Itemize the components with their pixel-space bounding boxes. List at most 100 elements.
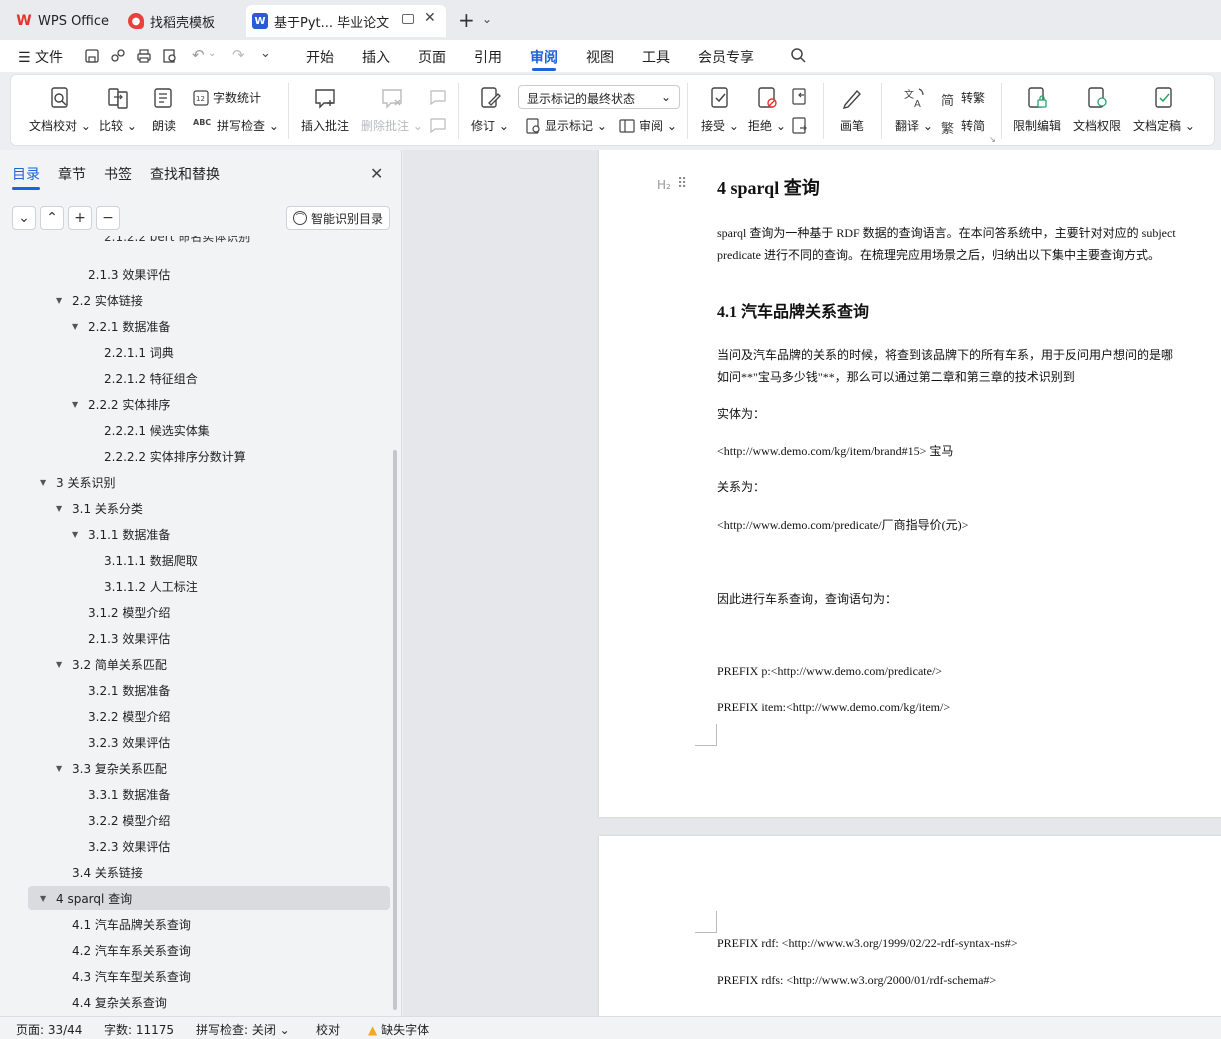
previous-comment-icon[interactable] xyxy=(429,89,447,105)
restrict-edit-button[interactable]: 限制编辑 xyxy=(1013,85,1061,134)
toc-item[interactable]: 2.2.1.2 特征组合 xyxy=(28,366,390,390)
dialog-launcher-icon[interactable]: ↘ xyxy=(989,135,996,144)
menu-page[interactable]: 页面 xyxy=(418,47,446,67)
reject-button[interactable]: 拒绝 ⌄ xyxy=(748,85,786,134)
print-icon[interactable] xyxy=(136,48,152,64)
toc-item[interactable]: 3.2.2 模型介绍 xyxy=(28,704,390,728)
to-simplified-button[interactable]: 繁 转简 xyxy=(941,117,985,137)
toc-item[interactable]: 2.1.3 效果评估 xyxy=(28,626,390,650)
tab-toc[interactable]: 目录 xyxy=(12,164,40,184)
expand-triangle-icon[interactable]: ▼ xyxy=(40,894,52,903)
next-comment-icon[interactable] xyxy=(429,117,447,133)
show-markup-button[interactable]: 显示标记 ⌄ xyxy=(525,117,607,134)
toc-item[interactable]: ▼ 2.2.1 数据准备 xyxy=(28,314,390,338)
expand-triangle-icon[interactable]: ▼ xyxy=(56,296,68,305)
toc-item[interactable]: 3.1.1.1 数据爬取 xyxy=(28,548,390,572)
tab-wps-office[interactable]: W WPS Office xyxy=(6,5,116,37)
doc-permission-button[interactable]: 文档权限 xyxy=(1073,85,1121,134)
menu-review[interactable]: 审阅 xyxy=(530,47,558,67)
ai-toc-button[interactable]: ⌒ 智能识别目录 xyxy=(286,206,390,230)
add-toc-button[interactable]: + xyxy=(68,206,92,230)
markup-state-select[interactable]: 显示标记的最终状态 ⌄ xyxy=(518,85,680,109)
search-icon[interactable] xyxy=(790,47,807,64)
share-link-icon[interactable] xyxy=(110,48,126,64)
tab-document[interactable]: W 基于Pyt... 毕业论文 ✕ xyxy=(246,5,446,37)
toc-item[interactable]: 4.1 汽车品牌关系查询 xyxy=(28,912,390,936)
toc-item[interactable]: 3.3.1 数据准备 xyxy=(28,782,390,806)
insert-comment-button[interactable]: 插入批注 xyxy=(301,85,349,134)
word-count-indicator[interactable]: 字数: 11175 xyxy=(104,1021,174,1038)
tab-bookmarks[interactable]: 书签 xyxy=(104,164,132,184)
toc-item[interactable]: ▼ 3.3 复杂关系匹配 xyxy=(28,756,390,780)
toc-item[interactable]: ▼ 2.2.2 实体排序 xyxy=(28,392,390,416)
word-count-button[interactable]: 12 字数统计 xyxy=(193,89,261,106)
undo-dropdown-icon[interactable]: ⌄ xyxy=(208,48,216,59)
accept-button[interactable]: 接受 ⌄ xyxy=(701,85,739,134)
read-aloud-button[interactable]: 朗读 xyxy=(151,85,177,134)
menu-view[interactable]: 视图 xyxy=(586,47,614,67)
toc-item[interactable]: 3.1.1.2 人工标注 xyxy=(28,574,390,598)
toc-item[interactable]: 3.2.3 效果评估 xyxy=(28,730,390,754)
toc-item[interactable]: ▼ 2.2 实体链接 xyxy=(28,288,390,312)
file-menu[interactable]: ☰ 文件 xyxy=(18,47,63,67)
toc-item[interactable]: 4.2 汽车车系关系查询 xyxy=(28,938,390,962)
revise-button[interactable]: 修订 ⌄ xyxy=(471,85,509,134)
toc-item[interactable]: ▼ 4 sparql 查询 xyxy=(28,886,390,910)
next-change-icon[interactable] xyxy=(791,117,809,135)
menu-tools[interactable]: 工具 xyxy=(642,47,670,67)
toc-item[interactable]: 3.2.1 数据准备 xyxy=(28,678,390,702)
document-page[interactable]: H₂ ⠿ 4 sparql 查询 sparql 查询为一种基于 RDF 数据的查… xyxy=(599,150,1221,817)
delete-comment-button[interactable]: 删除批注 ⌄ xyxy=(361,85,423,134)
toc-item[interactable]: 2.2.2.2 实体排序分数计算 xyxy=(28,444,390,468)
save-icon[interactable] xyxy=(84,48,100,64)
toc-item[interactable]: 2.2.2.1 候选实体集 xyxy=(28,418,390,442)
close-icon[interactable]: ✕ xyxy=(424,10,436,26)
review-pane-button[interactable]: 审阅 ⌄ xyxy=(619,117,677,134)
compare-button[interactable]: 比较 ⌄ xyxy=(99,85,137,134)
tab-find-replace[interactable]: 查找和替换 xyxy=(150,164,220,184)
new-tab-plus-icon[interactable]: + xyxy=(458,10,475,30)
previous-change-icon[interactable] xyxy=(791,88,809,106)
page-indicator[interactable]: 页面: 33/44 xyxy=(16,1021,82,1038)
expand-triangle-icon[interactable]: ▼ xyxy=(72,400,84,409)
toc-item[interactable]: 3.2.2 模型介绍 xyxy=(28,808,390,832)
to-traditional-button[interactable]: 简 转繁 xyxy=(941,89,985,109)
toc-item[interactable]: ▼ 3.1.1 数据准备 xyxy=(28,522,390,546)
menu-insert[interactable]: 插入 xyxy=(362,47,390,67)
spell-check-button[interactable]: ABC 拼写检查 ⌄ xyxy=(193,117,279,134)
more-dropdown-icon[interactable]: ⌄ xyxy=(260,46,271,61)
undo-icon[interactable]: ↶ xyxy=(192,46,205,64)
pen-button[interactable]: 画笔 xyxy=(839,85,865,134)
menu-membership[interactable]: 会员专享 xyxy=(698,47,754,67)
proofread-button[interactable]: 文档校对 ⌄ xyxy=(29,85,91,134)
expand-triangle-icon[interactable]: ▼ xyxy=(72,530,84,539)
toc-item[interactable]: 4.4 复杂关系查询 xyxy=(28,990,390,1014)
spell-check-indicator[interactable]: 拼写检查: 关闭 ⌄ xyxy=(196,1021,290,1038)
document-page[interactable]: PREFIX rdf: <http://www.w3.org/1999/02/2… xyxy=(599,836,1221,1016)
toc-item[interactable]: ▼ 3.1 关系分类 xyxy=(28,496,390,520)
toc-item[interactable]: ▼ 3.2 简单关系匹配 xyxy=(28,652,390,676)
toc-item[interactable]: 2.2.1.1 词典 xyxy=(28,340,390,364)
toc-scrollbar[interactable] xyxy=(393,450,397,1010)
toc-item[interactable]: ▼ 3 关系识别 xyxy=(28,470,390,494)
translate-button[interactable]: 文A 翻译 ⌄ xyxy=(895,85,933,134)
toc-item[interactable]: 2.1.2.2 bert 命名实体识别 xyxy=(28,236,390,248)
toc-item[interactable]: 3.4 关系链接 xyxy=(28,860,390,884)
finalize-button[interactable]: 文档定稿 ⌄ xyxy=(1133,85,1195,134)
tab-chapters[interactable]: 章节 xyxy=(58,164,86,184)
drag-handle-icon[interactable]: ⠿ xyxy=(677,176,687,192)
toc-item[interactable]: 2.1.3 效果评估 xyxy=(28,262,390,286)
print-preview-icon[interactable] xyxy=(162,48,178,64)
redo-icon[interactable]: ↷ xyxy=(232,46,245,64)
proofread-indicator[interactable]: 校对 xyxy=(316,1021,340,1038)
collapse-up-button[interactable]: ⌃ xyxy=(40,206,64,230)
expand-triangle-icon[interactable]: ▼ xyxy=(56,764,68,773)
chevron-down-icon[interactable]: ⌄ xyxy=(482,12,492,26)
toc-item[interactable]: 4.3 汽车车型关系查询 xyxy=(28,964,390,988)
missing-font-indicator[interactable]: ▲ 缺失字体 xyxy=(368,1021,429,1038)
heading-style-icon[interactable]: H₂ xyxy=(657,178,671,192)
toc-item[interactable]: 3.1.2 模型介绍 xyxy=(28,600,390,624)
toc-item[interactable]: 3.2.3 效果评估 xyxy=(28,834,390,858)
close-icon[interactable]: ✕ xyxy=(370,164,383,183)
expand-triangle-icon[interactable]: ▼ xyxy=(56,504,68,513)
